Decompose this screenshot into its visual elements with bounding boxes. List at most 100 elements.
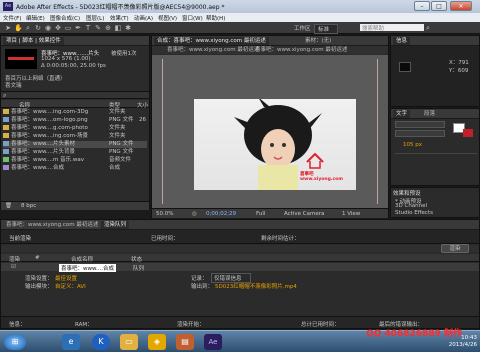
view-layout-select[interactable]: 1 View (342, 211, 360, 217)
list-item[interactable]: 喜事吧：www....g.com-photo 文件夹 (3, 125, 126, 132)
search-help-input[interactable]: 搜索帮助 (360, 24, 424, 32)
menu-window[interactable]: 窗口(W) (182, 14, 203, 22)
text-tool-icon[interactable]: T (84, 24, 92, 32)
tab-composition[interactable]: 合成：喜事吧：www.xiyong.com 最初运述 (154, 37, 269, 45)
zoom-level[interactable]: 50.0% (156, 211, 173, 217)
menu-edit[interactable]: 编辑(E) (26, 14, 45, 22)
tab-character[interactable]: 文字 (393, 110, 411, 118)
render-checkbox[interactable]: ☑ (11, 264, 16, 270)
column-comp-name[interactable]: 合成名称 (71, 255, 93, 263)
list-item[interactable]: 喜事吧：www....om-logo.png PNG 文件 26 (3, 117, 146, 124)
list-item[interactable]: 喜事吧：www....ing.com-3Dg 文件夹 (3, 109, 126, 116)
selection-tool-icon[interactable]: ➤ (4, 24, 12, 32)
column-number[interactable]: # (35, 255, 40, 261)
preview-duration: Δ 0:00:05:00, 25.00 fps (41, 63, 106, 69)
list-item[interactable]: 喜事吧：www....m 音乐.wav 音频文件 (3, 157, 131, 164)
effects-item-3d-channel[interactable]: 3D Channel (395, 203, 427, 209)
project-footer: 🗑 8 bpc (1, 201, 149, 210)
clone-tool-icon[interactable]: ⊕ (104, 24, 112, 32)
column-type[interactable]: 类型 (109, 101, 120, 109)
column-size[interactable]: 大小 (137, 101, 148, 109)
folder-icon[interactable]: ▭ (120, 334, 138, 350)
menu-file[interactable]: 文件(F) (3, 14, 21, 22)
font-size-value[interactable]: 105 px (403, 142, 422, 148)
render-button[interactable]: 渲染 (441, 244, 469, 253)
tab-project[interactable]: 项目 | 脚本 | 效果控件 (3, 37, 64, 45)
pen-tool-icon[interactable]: ✒ (74, 24, 82, 32)
output-module-value[interactable]: 自定义：AVI (55, 282, 86, 290)
brush-tool-icon[interactable]: ✎ (94, 24, 102, 32)
menu-layer[interactable]: 图层(L) (86, 14, 104, 22)
pan-behind-tool-icon[interactable]: ✥ (54, 24, 62, 32)
output-to-value[interactable]: 5D023红帽帽不羡像彩照片.mp4 (215, 282, 297, 290)
puppet-tool-icon[interactable]: ✱ (124, 24, 132, 32)
effects-tab-label[interactable]: 效果和预设 (393, 189, 421, 197)
tab-footage[interactable]: 素材：(无) (302, 37, 334, 45)
internet-explorer-icon[interactable]: e (62, 334, 80, 350)
list-item[interactable]: 喜事吧：www....合成 合成 (3, 165, 120, 172)
effects-item-studio[interactable]: Studio Effects (395, 210, 433, 216)
camera-select[interactable]: Active Camera (284, 211, 324, 217)
project-search-bar[interactable]: ⌕ (1, 91, 149, 99)
watermark-stamp: 喜事吧 www.xiyong.com (300, 172, 343, 182)
minimize-button[interactable]: – (414, 1, 430, 11)
eraser-tool-icon[interactable]: ◧ (114, 24, 122, 32)
tab-render-queue[interactable]: 渲染队列 (101, 221, 130, 229)
menu-view[interactable]: 视图(V) (158, 14, 177, 22)
hand-tool-icon[interactable]: ✋ (14, 24, 23, 32)
trash-icon[interactable]: 🗑 (5, 203, 12, 209)
render-queue-panel: 喜事吧：www.xiyong.com 最初运述 渲染队列 当前渲染 已用时间： … (0, 219, 480, 329)
search-icon[interactable]: ⌕ (424, 24, 432, 32)
camera-icon[interactable]: ◎ (192, 211, 197, 217)
menu-composition[interactable]: 图像合成(C) (50, 14, 80, 22)
resolution-select[interactable]: Full (256, 211, 265, 217)
menu-animation[interactable]: 动画(A) (134, 14, 153, 22)
close-button[interactable]: ✕ (450, 1, 472, 11)
preview-line-3: 喜文瑞 (5, 83, 22, 89)
list-item[interactable]: 喜事吧：www....片头背景 PNG 文件 (3, 149, 133, 156)
messenger-icon[interactable]: ◈ (148, 334, 166, 350)
info-tab-row: 信息 (391, 36, 479, 46)
subtab-composition-a[interactable]: 喜事吧：www.xiyong.com 最初运述 (164, 46, 262, 54)
rectangle-tool-icon[interactable]: ▭ (64, 24, 72, 32)
window-title: Adobe After Effects - 5D023红帽帽不羡像彩照片版@AE… (16, 4, 225, 11)
list-item-selected[interactable]: 喜事吧：www....片头素材 PNG 文件 (3, 141, 147, 148)
folder-icon (3, 109, 9, 114)
status-render-start-label: 渲染开始： (177, 322, 205, 328)
after-effects-taskbar-icon[interactable]: Ae (204, 334, 222, 350)
composition-footer: 50.0% ◎ 0;00;02;29 Full Active Camera 1 … (152, 208, 388, 218)
menu-effect[interactable]: 效果(T) (110, 14, 129, 22)
tab-info[interactable]: 信息 (393, 37, 411, 45)
k-app-icon[interactable]: K (92, 334, 110, 350)
rotate-tool-icon[interactable]: ↻ (34, 24, 42, 32)
list-item[interactable]: 喜事吧：www....ing.com-场景 文件夹 (3, 133, 126, 140)
render-settings-value[interactable]: 最佳设置 (55, 274, 77, 282)
zoom-tool-icon[interactable]: ⌕ (24, 24, 32, 32)
bit-depth[interactable]: 8 bpc (21, 203, 36, 209)
render-item-row[interactable]: ☑ 喜事吧：www....合成 队列 (1, 263, 479, 272)
project-column-header: 名称 类型 大小 (1, 100, 149, 109)
column-render[interactable]: 渲染 (9, 255, 20, 263)
maximize-button[interactable]: □ (431, 1, 447, 11)
column-status[interactable]: 状态 (131, 255, 142, 263)
tab-timeline[interactable]: 喜事吧：www.xiyong.com 最初运述 (3, 221, 101, 229)
current-time[interactable]: 0;00;02;29 (206, 211, 236, 217)
workspace-select[interactable]: 标准 (314, 24, 339, 34)
log-label: 记录： (191, 276, 208, 282)
stroke-color-swatch[interactable] (463, 129, 473, 137)
status-message-label: 信息： (9, 322, 26, 328)
subtab-composition-b[interactable]: 喜事吧：www.xiyong.com 最初运述 (252, 46, 350, 54)
preview-thumbnail (5, 49, 37, 69)
render-item-name[interactable]: 喜事吧：www....合成 (59, 264, 116, 272)
tab-paragraph[interactable]: 段落 (421, 110, 438, 118)
windows-start-icon[interactable]: ⊞ (4, 334, 26, 350)
menu-help[interactable]: 帮助(H) (206, 14, 225, 22)
bookmark-icon[interactable]: ▤ (176, 334, 194, 350)
column-name[interactable]: 名称 (19, 101, 30, 109)
elapsed-time-label: 已用时间： (151, 236, 179, 242)
camera-tool-icon[interactable]: ◉ (44, 24, 52, 32)
composition-viewer[interactable]: 喜事吧 www.xiyong.com (152, 55, 388, 208)
font-style-select[interactable] (395, 130, 445, 137)
font-family-select[interactable] (395, 121, 445, 128)
timeline-tab-row: 喜事吧：www.xiyong.com 最初运述 渲染队列 (1, 220, 479, 230)
